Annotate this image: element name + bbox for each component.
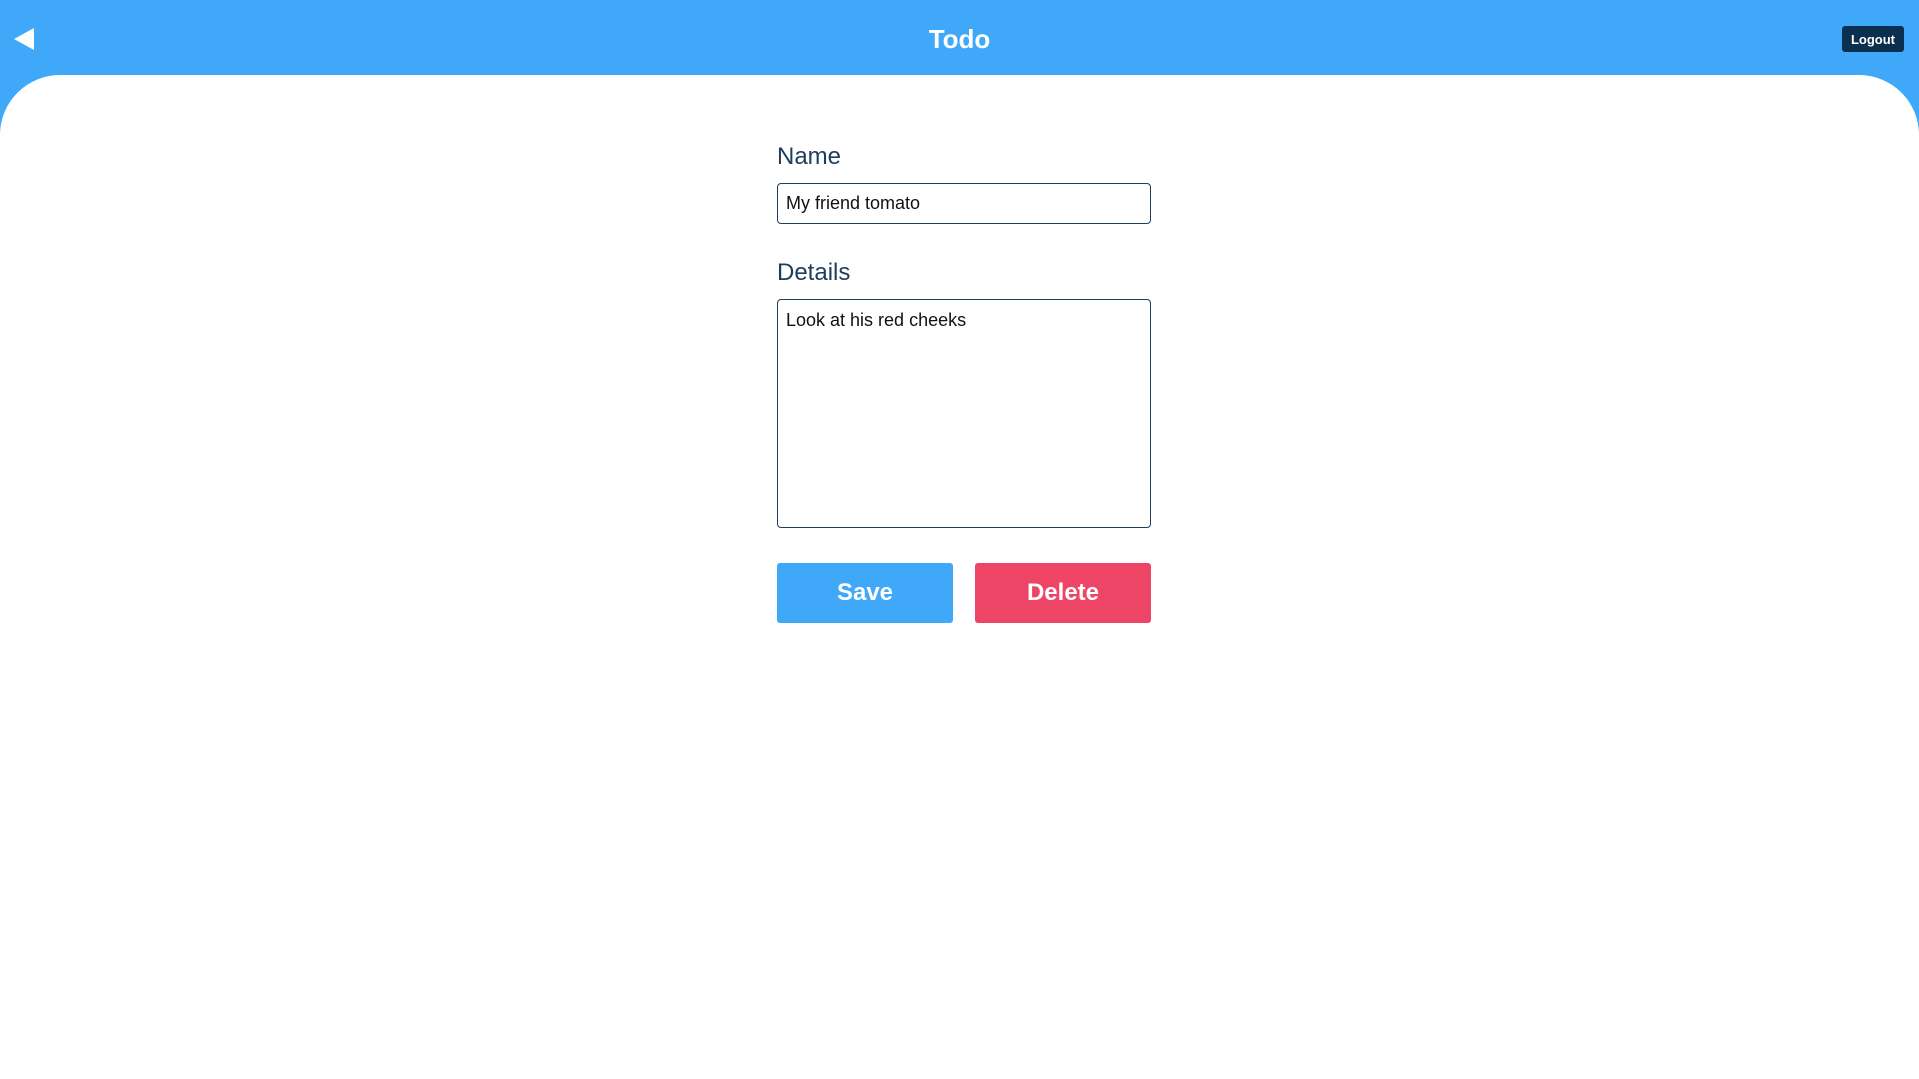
main-content: Name Details Look at his red cheeks Save…	[0, 75, 1919, 1079]
app-header: Todo Logout	[0, 0, 1919, 77]
delete-button[interactable]: Delete	[975, 563, 1151, 623]
details-textarea[interactable]: Look at his red cheeks	[777, 299, 1151, 528]
details-label: Details	[777, 259, 851, 286]
page-title: Todo	[928, 24, 991, 54]
name-input[interactable]	[777, 183, 1151, 224]
form-actions: Save Delete	[777, 563, 1151, 623]
name-label: Name	[777, 143, 842, 170]
todo-form: Name Details Look at his red cheeks Save…	[777, 143, 1151, 623]
save-button[interactable]: Save	[777, 563, 953, 623]
logout-button[interactable]: Logout	[1842, 26, 1904, 52]
